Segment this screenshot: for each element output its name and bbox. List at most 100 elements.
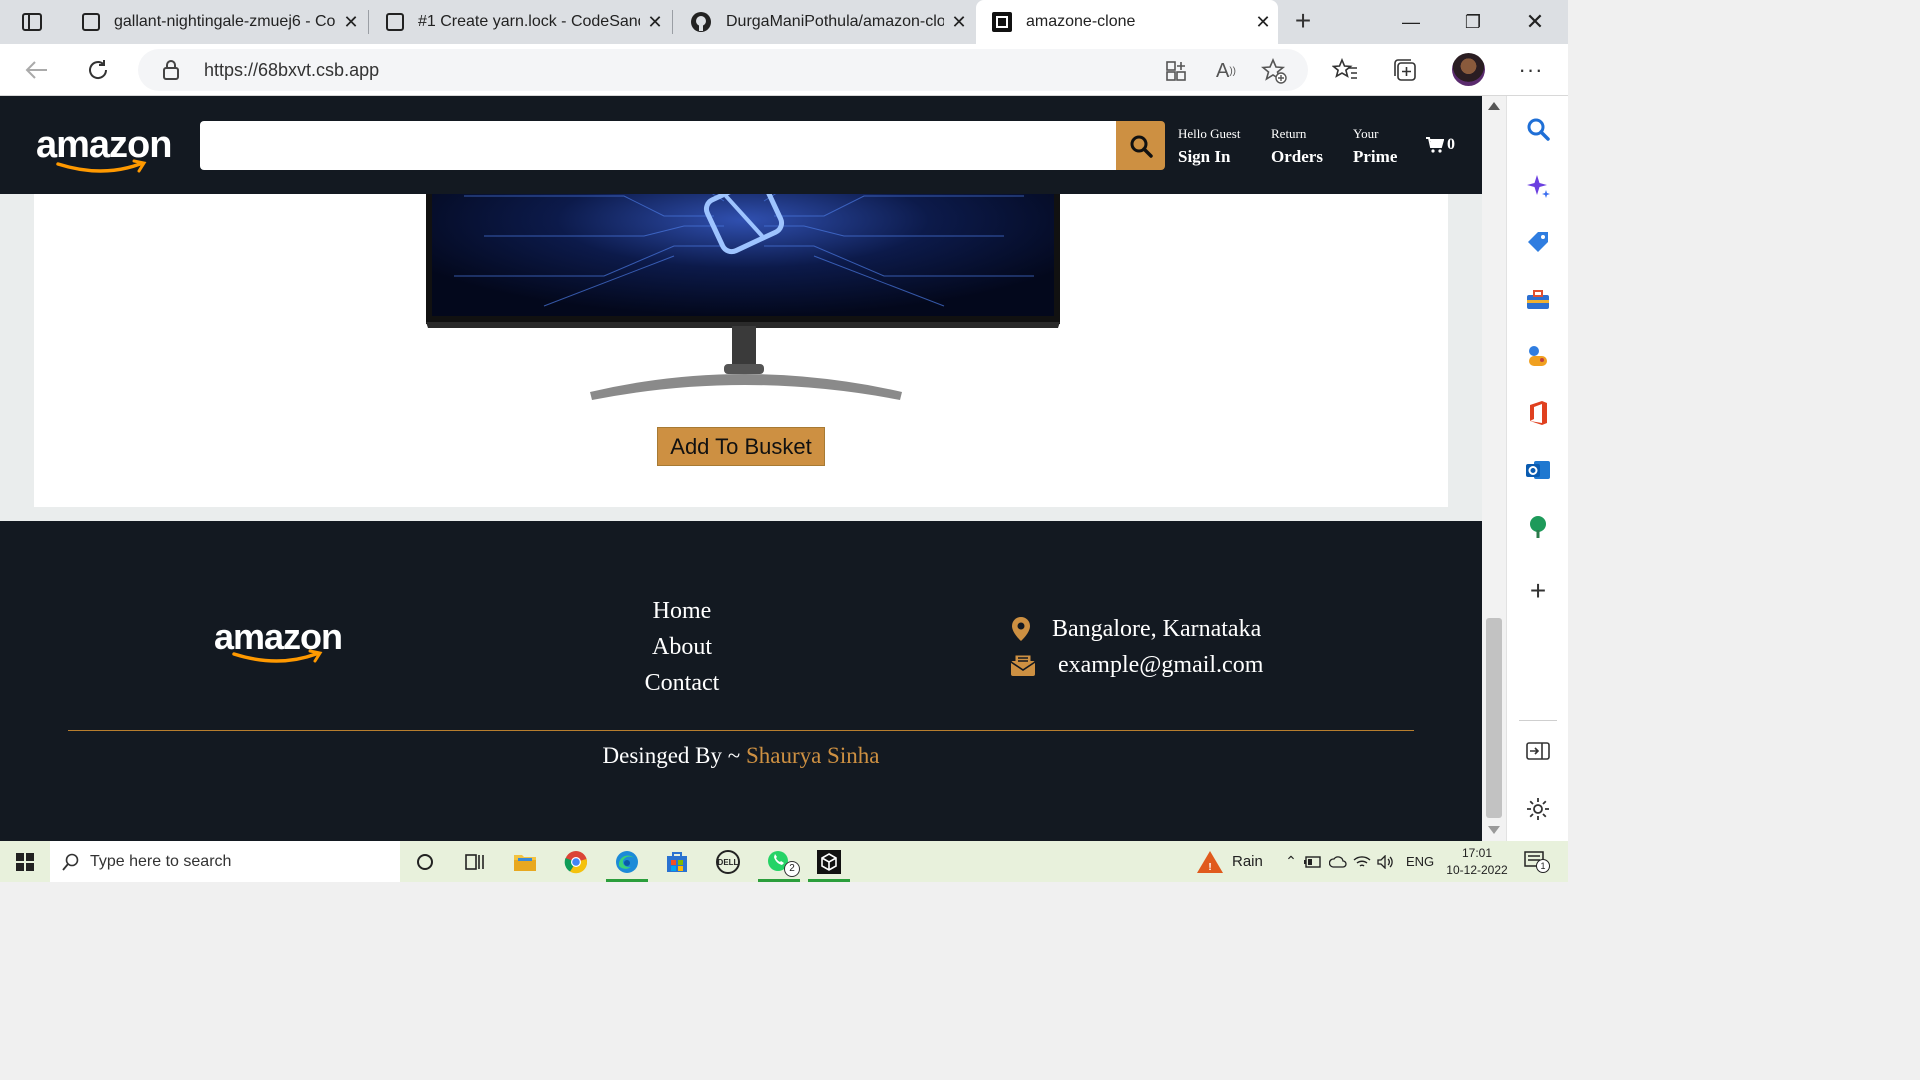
volume-icon[interactable] <box>1374 854 1398 869</box>
system-clock[interactable]: 17:01 10-12-2022 <box>1440 845 1514 879</box>
hide-sidebar-icon[interactable] <box>1523 736 1553 766</box>
page-scrollbar[interactable] <box>1482 96 1506 841</box>
file-explorer-icon[interactable] <box>500 841 550 882</box>
tab-title: amazone-clone <box>1026 13 1136 30</box>
svg-text:DELL: DELL <box>718 858 739 867</box>
profile-avatar[interactable] <box>1452 53 1485 86</box>
weather-widget[interactable]: ! Rain <box>1196 841 1263 882</box>
new-tab-button[interactable]: + <box>1286 6 1320 38</box>
search-icon <box>1130 135 1153 158</box>
back-button[interactable] <box>20 54 54 86</box>
tools-briefcase-icon[interactable] <box>1523 285 1553 315</box>
close-tab-icon[interactable]: ✕ <box>640 12 670 33</box>
browser-tab[interactable]: DurgaManiPothula/amazon-clone ✕ <box>674 0 974 44</box>
credit-prefix: Desinged By ~ <box>602 743 746 768</box>
email-text[interactable]: example@gmail.com <box>1058 652 1263 679</box>
start-button[interactable] <box>0 841 50 882</box>
add-to-basket-button[interactable]: Add To Busket <box>657 427 825 466</box>
copilot-sparkle-icon[interactable] <box>1523 171 1553 201</box>
close-window-button[interactable]: ✕ <box>1504 0 1566 44</box>
whatsapp-badge: 2 <box>784 861 800 877</box>
amazon-smile-icon <box>232 649 323 663</box>
edge-icon[interactable] <box>602 841 652 882</box>
outlook-icon[interactable] <box>1523 455 1553 485</box>
favorites-icon[interactable] <box>1328 54 1362 86</box>
minimize-button[interactable]: — <box>1380 0 1442 44</box>
browser-tab[interactable]: gallant-nightingale-zmuej6 - CodeSandbox… <box>66 0 366 44</box>
codesandbox-app-icon[interactable] <box>804 841 854 882</box>
amazon-logo[interactable]: amazon <box>36 124 172 173</box>
footer-links: Home About Contact <box>600 593 764 701</box>
tab-actions-icon[interactable] <box>12 8 52 36</box>
footer-credit: Desinged By ~ Shaurya Sinha <box>0 743 1482 769</box>
collections-icon[interactable] <box>1388 54 1422 86</box>
add-sidebar-app-icon[interactable]: + <box>1523 575 1553 606</box>
scroll-down-arrow-icon[interactable] <box>1488 826 1500 834</box>
cortana-icon[interactable] <box>400 841 450 882</box>
read-aloud-icon[interactable]: A)) <box>1212 57 1240 85</box>
credit-author[interactable]: Shaurya Sinha <box>746 743 880 768</box>
nav-option-line2: Sign In <box>1178 147 1231 166</box>
office-icon[interactable] <box>1523 398 1553 428</box>
location-text: Bangalore, Karnataka <box>1052 615 1262 642</box>
github-icon <box>690 11 712 33</box>
footer-link-home[interactable]: Home <box>600 593 764 629</box>
wifi-icon[interactable] <box>1350 855 1374 869</box>
footer-amazon-logo[interactable]: amazon <box>214 616 343 663</box>
clock-time: 17:01 <box>1461 846 1493 860</box>
taskbar-search-box[interactable]: Type here to search <box>50 841 400 882</box>
close-tab-icon[interactable]: ✕ <box>336 12 366 33</box>
browser-tab-active[interactable]: amazone-clone ✕ <box>976 0 1278 44</box>
notification-center-icon[interactable]: 1 <box>1524 851 1550 873</box>
notification-count: 1 <box>1536 859 1550 873</box>
lock-icon[interactable] <box>162 59 180 86</box>
nav-signin[interactable]: Hello Guest Sign In <box>1178 126 1240 167</box>
games-icon[interactable] <box>1523 341 1553 371</box>
nav-orders[interactable]: Return Orders <box>1271 126 1323 167</box>
weather-text: Rain <box>1232 853 1263 870</box>
search-button[interactable] <box>1116 121 1165 170</box>
envelope-icon <box>1010 653 1058 677</box>
close-tab-icon[interactable]: ✕ <box>1248 12 1278 33</box>
windows-logo-icon <box>16 852 34 871</box>
clock-date: 10-12-2022 <box>1446 863 1508 877</box>
site-header: amazon Hello Guest Sign In Return Orders… <box>0 96 1482 194</box>
footer-link-contact[interactable]: Contact <box>600 665 764 701</box>
footer-contact: Bangalore, Karnataka example@gmail.com <box>1010 611 1263 683</box>
browser-tab-strip: gallant-nightingale-zmuej6 - CodeSandbox… <box>0 0 1568 44</box>
task-view-icon[interactable] <box>450 841 500 882</box>
tab-separator <box>672 10 673 34</box>
close-tab-icon[interactable]: ✕ <box>944 12 974 33</box>
footer-link-about[interactable]: About <box>600 629 764 665</box>
dell-icon[interactable]: DELL <box>703 841 753 882</box>
refresh-button[interactable] <box>81 54 115 86</box>
restore-button[interactable]: ❐ <box>1442 0 1504 44</box>
battery-icon[interactable] <box>1300 855 1326 868</box>
search-icon <box>62 853 79 871</box>
sidebar-divider <box>1519 720 1557 721</box>
shopping-tag-icon[interactable] <box>1523 227 1553 257</box>
address-bar[interactable]: https://68bxvt.csb.app A)) <box>138 49 1308 91</box>
scrollbar-thumb[interactable] <box>1486 618 1502 818</box>
url-text[interactable]: https://68bxvt.csb.app <box>204 60 379 81</box>
apps-icon[interactable] <box>1162 57 1190 85</box>
microsoft-store-icon[interactable] <box>652 841 702 882</box>
tab-title: gallant-nightingale-zmuej6 - CodeSandbox <box>114 13 336 30</box>
chrome-icon[interactable] <box>551 841 601 882</box>
onedrive-icon[interactable] <box>1326 855 1350 868</box>
search-input[interactable] <box>200 121 1116 170</box>
windows-taskbar: Type here to search DELL 2 ! Rain ⌃ ENG … <box>0 841 1568 882</box>
whatsapp-icon[interactable]: 2 <box>754 841 804 882</box>
browser-tab[interactable]: #1 Create yarn.lock - CodeSandbox ✕ <box>370 0 670 44</box>
basket-link[interactable]: 0 <box>1426 136 1455 154</box>
add-favorite-icon[interactable] <box>1260 57 1288 85</box>
tree-icon[interactable] <box>1523 512 1553 542</box>
scroll-up-arrow-icon[interactable] <box>1488 102 1500 110</box>
nav-prime[interactable]: Your Prime <box>1353 126 1397 167</box>
sidebar-search-icon[interactable] <box>1523 114 1553 144</box>
settings-gear-icon[interactable] <box>1523 794 1553 824</box>
more-menu-icon[interactable]: ··· <box>1514 54 1548 86</box>
language-indicator[interactable]: ENG <box>1406 854 1434 869</box>
show-hidden-icons[interactable]: ⌃ <box>1282 853 1300 870</box>
footer-divider <box>68 730 1414 731</box>
